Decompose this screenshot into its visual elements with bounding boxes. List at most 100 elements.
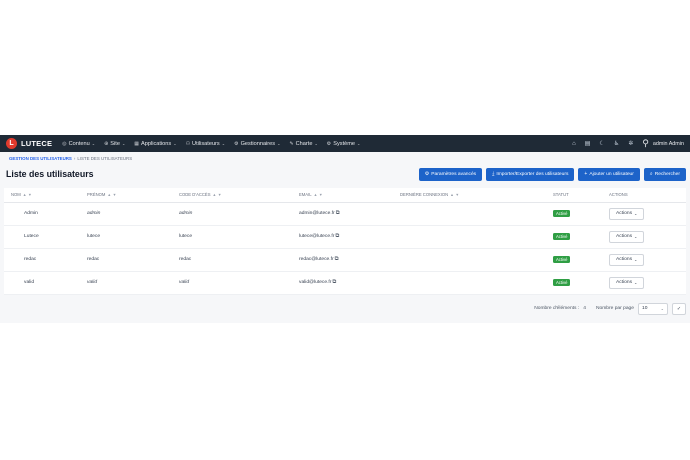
per-page-label: Nombre par page (595, 306, 634, 311)
cell-nom: redac (4, 248, 80, 272)
add-user-button[interactable]: + Ajouter un utilisateur (578, 167, 640, 181)
breadcrumb: Gestion des utilisateurs › Liste des uti… (0, 152, 690, 164)
menu-applications[interactable]: ▦ Applications ⌄ (134, 141, 176, 147)
document-icon[interactable]: ▤ (585, 140, 591, 147)
cell-nom: valid (4, 271, 80, 295)
brand-name: LUTECE (21, 139, 53, 148)
menu-systeme[interactable]: ⚙ Système ⌄ (327, 141, 361, 147)
cell-prenom: admin (80, 202, 172, 226)
col-header-prenom[interactable]: Prénom ▲▼ (80, 188, 172, 203)
status-badge: Activé (553, 279, 571, 286)
home-icon[interactable]: ⌂ (572, 141, 576, 147)
table-row: redac redac redac redac@lutece.fr⧉ Activ… (4, 248, 686, 272)
cell-nom: Lutece (4, 225, 80, 249)
menu-utilisateurs[interactable]: ⚇ Utilisateurs ⌄ (186, 141, 226, 147)
col-header-nom[interactable]: Nom ▲▼ (4, 188, 80, 203)
search-button[interactable]: ⌕ Rechercher (643, 167, 686, 181)
actions-dropdown-button[interactable]: Actions ⌄ (609, 207, 645, 220)
chevron-down-icon: ⌄ (91, 141, 96, 146)
plus-icon: + (584, 171, 588, 177)
advanced-settings-button[interactable]: ⚙ Paramètres avancés (418, 167, 483, 181)
apply-per-page-button[interactable]: ✓ (672, 302, 686, 315)
status-badge: Activé (553, 256, 571, 263)
button-label: Rechercher (654, 171, 680, 177)
page-header: Liste des utilisateurs ⚙ Paramètres avan… (0, 165, 690, 183)
import-export-button[interactable]: ⤓ Importer/Exporter des utilisateurs (486, 167, 575, 181)
per-page-select[interactable]: 10 ⌄ (638, 302, 668, 315)
cell-last-login (393, 248, 546, 272)
cell-actions: Actions ⌄ (602, 248, 686, 272)
actions-dropdown-button[interactable]: Actions ⌄ (609, 230, 645, 243)
sort-icon[interactable]: ▲▼ (107, 193, 118, 197)
email-text: valid@lutece.fr (299, 280, 332, 285)
table-row: valid valid valid valid@lutece.fr⧉ Activ… (4, 271, 686, 295)
sort-icon[interactable]: ▲▼ (450, 193, 461, 197)
menu-gestionnaires[interactable]: ⚙ Gestionnaires ⌄ (234, 141, 280, 147)
menu-charte[interactable]: ✎ Charte ⌄ (289, 141, 317, 147)
col-header-code[interactable]: Code d'accès ▲▼ (172, 188, 292, 203)
menu-label: Gestionnaires (240, 140, 276, 147)
menu-label: Site (110, 140, 120, 147)
chevron-down-icon: ⌄ (634, 211, 638, 216)
cell-nom: Admin (4, 202, 80, 226)
item-count: 4 (583, 306, 586, 311)
sort-icon[interactable]: ▲▼ (314, 193, 325, 197)
moon-icon[interactable]: ☾ (599, 140, 604, 147)
button-label: Actions (616, 211, 633, 216)
menu-label: Contenu (68, 140, 90, 147)
cell-code: lutece (172, 225, 292, 249)
cell-status: Activé (546, 225, 602, 249)
per-page-value: 10 (642, 306, 648, 311)
chevron-down-icon: ⌄ (634, 257, 638, 262)
copy-icon[interactable]: ⧉ (336, 210, 340, 216)
users-table-container: Nom ▲▼ Prénom ▲▼ Code d'accès ▲▼ Email ▲▼ De… (4, 188, 686, 295)
content-icon: ◎ (62, 140, 67, 147)
item-count-label: Nombre d'éléments : (534, 306, 580, 311)
chevron-down-icon: ⌄ (357, 141, 361, 146)
applications-icon: ▦ (134, 140, 140, 147)
menu-label: Système (333, 140, 356, 147)
copy-icon[interactable]: ⧉ (335, 256, 339, 262)
pagination-footer: Nombre d'éléments : 4 Nombre par page 10… (0, 295, 690, 317)
chevron-down-icon: ⌄ (221, 141, 226, 146)
copy-icon[interactable]: ⧉ (332, 279, 336, 285)
email-text: redac@lutece.fr (299, 257, 334, 262)
status-badge: Activé (553, 233, 571, 240)
cell-code: valid (172, 271, 292, 295)
button-label: Actions (616, 234, 633, 239)
toolbar: ⚙ Paramètres avancés ⤓ Importer/Exporter… (418, 167, 686, 181)
accessibility-icon[interactable]: ♿ (614, 140, 619, 147)
user-menu[interactable]: admin Admin (653, 141, 684, 147)
col-label: Actions (609, 192, 628, 198)
sort-icon[interactable]: ▲▼ (23, 193, 34, 197)
menu-site[interactable]: ⊕ Site ⌄ (104, 141, 125, 147)
cell-prenom: valid (80, 271, 172, 295)
col-label: Code d'accès (179, 192, 211, 198)
breadcrumb-parent[interactable]: Gestion des utilisateurs (9, 156, 72, 164)
button-label: Paramètres avancés (431, 171, 477, 177)
table-header-row: Nom ▲▼ Prénom ▲▼ Code d'accès ▲▼ Email ▲▼ De… (4, 188, 686, 203)
settings-icon[interactable]: ✲ (628, 140, 633, 147)
menu-contenu[interactable]: ◎ Contenu ⌄ (62, 141, 95, 147)
col-header-last-login[interactable]: Dernière connexion ▲▼ (393, 188, 546, 203)
sort-icon[interactable]: ▲▼ (213, 193, 224, 197)
users-table: Nom ▲▼ Prénom ▲▼ Code d'accès ▲▼ Email ▲▼ De… (4, 188, 686, 295)
status-badge: Activé (553, 210, 571, 217)
gear-icon: ⚙ (326, 140, 332, 147)
actions-dropdown-button[interactable]: Actions ⌄ (609, 276, 645, 289)
cell-email: redac@lutece.fr⧉ (292, 248, 393, 272)
col-header-email[interactable]: Email ▲▼ (292, 188, 393, 203)
cell-last-login (393, 271, 546, 295)
cell-last-login (393, 225, 546, 249)
menu-label: Utilisateurs (192, 140, 220, 147)
user-icon[interactable]: ⚲ (642, 138, 649, 149)
brand[interactable]: L LUTECE (6, 138, 52, 149)
cell-code: admin (172, 202, 292, 226)
managers-icon: ⚙ (234, 140, 239, 147)
lutece-logo-icon: L (6, 138, 17, 149)
cell-prenom: redac (80, 248, 172, 272)
copy-icon[interactable]: ⧉ (335, 233, 339, 239)
actions-dropdown-button[interactable]: Actions ⌄ (609, 253, 645, 266)
button-label: Actions (616, 280, 633, 285)
gear-icon: ⚙ (424, 171, 430, 177)
